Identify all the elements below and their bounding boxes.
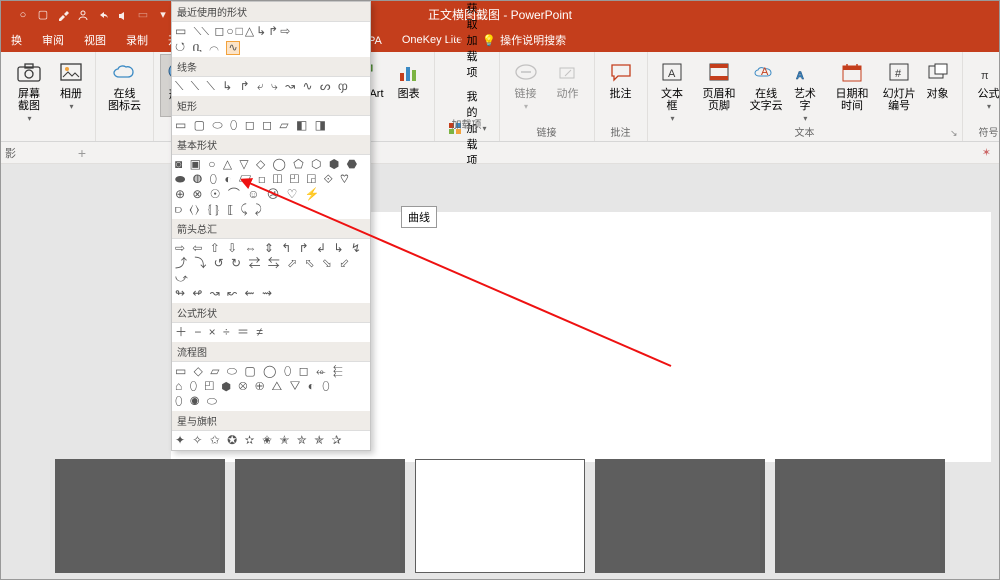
gallery-section-eq: 公式形状 (172, 303, 370, 323)
group-text: A文本框▾ 页眉和页脚 A在线 文字云 A艺术字▾ 日期和时间 #幻灯片 编号 … (648, 52, 963, 141)
calendar-icon (838, 58, 866, 86)
pi-icon: π (975, 58, 1000, 86)
quick-access-toolbar: ○ ▢ ▭ ▾ (1, 8, 170, 22)
gallery-section-flow: 流程图 (172, 342, 370, 362)
link-button[interactable]: 链接▾ (506, 54, 546, 115)
wordart-icon: A (791, 58, 819, 86)
star-icon: ✶ (982, 146, 999, 159)
slide-number-button[interactable]: #幻灯片 编号 (881, 54, 918, 116)
tab-2[interactable]: 视图 (74, 28, 116, 52)
editor-canvas (1, 164, 999, 579)
gallery-row-eq[interactable]: ＋ − × ÷ ＝ ≠ (172, 323, 370, 342)
sound-icon[interactable] (116, 8, 130, 22)
svg-text:A: A (796, 70, 804, 82)
get-addins-button[interactable]: 获取加载项 (441, 0, 493, 82)
gallery-row-basic[interactable]: ◙ ▣ ○ △ ▽ ◇ ◯ ⬠ ⬡ ⬢ ⬣ ⬬ ◍ ⬯ ◐ ▱ ◻ ◫ ◰ ◲ … (172, 155, 370, 219)
group-cloud: 在线 图标云 (96, 52, 154, 141)
comment-icon (607, 58, 635, 86)
tab-3[interactable]: 录制 (116, 28, 158, 52)
header-footer-icon (705, 58, 733, 86)
group-comments: 批注 批注 (595, 52, 648, 141)
dialog-launcher-icon[interactable]: ↘ (950, 128, 958, 139)
action-icon (554, 58, 582, 86)
gallery-row-lines[interactable]: ⟍ ⟍ ⟍ ↳ ↱ ⤶ ⤷ ↝ ∿ ᔕ ჶ (172, 77, 370, 96)
brush-icon[interactable] (56, 8, 70, 22)
group-symbols-label: 符号 (969, 122, 1000, 141)
group-symbols: π公式▾ 符号 (963, 52, 1000, 141)
textbox-button[interactable]: A文本框▾ (654, 54, 691, 127)
ribbon-tabs: 换 审阅 视图 录制 开发工具 帮助 iSlide 口袋动画 PA OneKey… (1, 28, 999, 52)
tab-0[interactable]: 换 (1, 28, 32, 52)
gallery-section-lines: 线条 (172, 57, 370, 77)
gallery-row-stars[interactable]: ✦ ✧ ✩ ✪ ✫ ✬ ✭ ✮ ✯ ✰ (172, 431, 370, 450)
gallery-row-recent[interactable]: ▭ ⟍⟍ ◻○□△↳↱⇨ ↺ ቢ ⌒ ∿ (172, 22, 370, 57)
curve-shape-highlighted[interactable]: ∿ (226, 41, 240, 55)
online-icon-cloud-button[interactable]: 在线 图标云 (102, 54, 147, 116)
chart-button[interactable]: 图表 (390, 54, 428, 104)
thumb-2[interactable] (235, 459, 405, 573)
square-icon[interactable]: ▢ (36, 8, 50, 22)
svg-text:#: # (895, 68, 902, 80)
thumbnail-strip (1, 459, 999, 579)
add-slide-icon[interactable]: + (16, 145, 96, 161)
album-button[interactable]: 相册▾ (53, 54, 89, 115)
album-icon (57, 58, 85, 86)
group-images: 屏幕截图▾ 相册▾ (1, 52, 96, 141)
pane-label: 影 (1, 145, 16, 161)
group-addins-label: 加载项 (441, 114, 493, 133)
thumb-1[interactable] (55, 459, 225, 573)
shapes-gallery: 最近使用的形状 ▭ ⟍⟍ ◻○□△↳↱⇨ ↺ ቢ ⌒ ∿ 线条 ⟍ ⟍ ⟍ ↳ … (171, 1, 371, 451)
gallery-section-basic: 基本形状 (172, 135, 370, 155)
pane-header: 影 + ✶ (1, 142, 999, 164)
group-addins: 获取加载项 我的加载项▾ 加载项 (435, 52, 500, 141)
group-links-label: 链接 (506, 122, 588, 141)
datetime-button[interactable]: 日期和时间 (825, 54, 878, 116)
gallery-row-rects[interactable]: ▭ ▢ ⬭ ⬯ ◻ ◻ ▱ ◧ ◨ (172, 116, 370, 135)
screenshot-button[interactable]: 屏幕截图▾ (7, 54, 51, 127)
group-links: 链接▾ 动作 链接 (500, 52, 595, 141)
header-footer-button[interactable]: 页眉和页脚 (692, 54, 745, 116)
thumb-5[interactable] (775, 459, 945, 573)
folder-icon[interactable]: ▭ (136, 8, 150, 22)
gallery-section-rects: 矩形 (172, 96, 370, 116)
chart-icon (395, 58, 423, 86)
camera-icon (15, 58, 43, 86)
cloud-icon (111, 58, 139, 86)
group-label (7, 122, 89, 137)
gallery-row-arrows[interactable]: ⇨ ⇦ ⇧ ⇩ ⇔ ⇕ ↰ ↱ ↲ ↳ ↯ ⤴ ⤵ ↺ ↻ ⇄ ⇆ ⬀ ⬁ ⬂ … (172, 239, 370, 303)
svg-text:A: A (668, 68, 676, 80)
textbox-icon: A (658, 58, 686, 86)
group-comments-label: 批注 (601, 122, 641, 141)
gallery-section-stars: 星与旗帜 (172, 411, 370, 431)
comment-button[interactable]: 批注 (601, 54, 641, 104)
wordart-button[interactable]: A艺术字▾ (787, 54, 824, 127)
thumb-4[interactable] (595, 459, 765, 573)
link-icon (512, 58, 540, 86)
text-cloud-icon: A (752, 58, 780, 86)
equation-button[interactable]: π公式▾ (969, 54, 1000, 115)
tooltip-curve: 曲线 (401, 206, 437, 228)
user-icon[interactable] (76, 8, 90, 22)
store-icon (447, 32, 463, 48)
object-icon (924, 58, 952, 86)
number-icon: # (885, 58, 913, 86)
object-button[interactable]: 对象 (920, 54, 956, 104)
online-text-cloud-button[interactable]: A在线 文字云 (748, 54, 785, 116)
title-bar: ○ ▢ ▭ ▾ 正文横图截图 - PowerPoint (1, 1, 999, 28)
undo-icon[interactable] (96, 8, 110, 22)
action-button[interactable]: 动作 (548, 54, 588, 104)
tell-me-label: 操作说明搜索 (500, 32, 566, 48)
gallery-section-recent: 最近使用的形状 (172, 2, 370, 22)
tab-1[interactable]: 审阅 (32, 28, 74, 52)
gallery-section-arrows: 箭头总汇 (172, 219, 370, 239)
group-text-label: 文本 (654, 122, 956, 141)
gallery-row-flow[interactable]: ▭ ◇ ▱ ⬭ ▢ ◯ ⬯ ◻ ⬰ ⬱ ⌂ ⬯ ◰ ⬢ ⊗ ⊕ △ ▽ ◐ ⬯ … (172, 362, 370, 411)
thumb-3[interactable] (415, 459, 585, 573)
circle-icon[interactable]: ○ (16, 8, 30, 22)
qat-dropdown-icon[interactable]: ▾ (156, 8, 170, 22)
svg-text:A: A (761, 66, 769, 78)
ribbon: 屏幕截图▾ 相册▾ 在线 图标云 形状▾ 在线形状 图标 3D 模 型▾ Sma… (1, 52, 999, 142)
svg-text:π: π (981, 70, 989, 82)
